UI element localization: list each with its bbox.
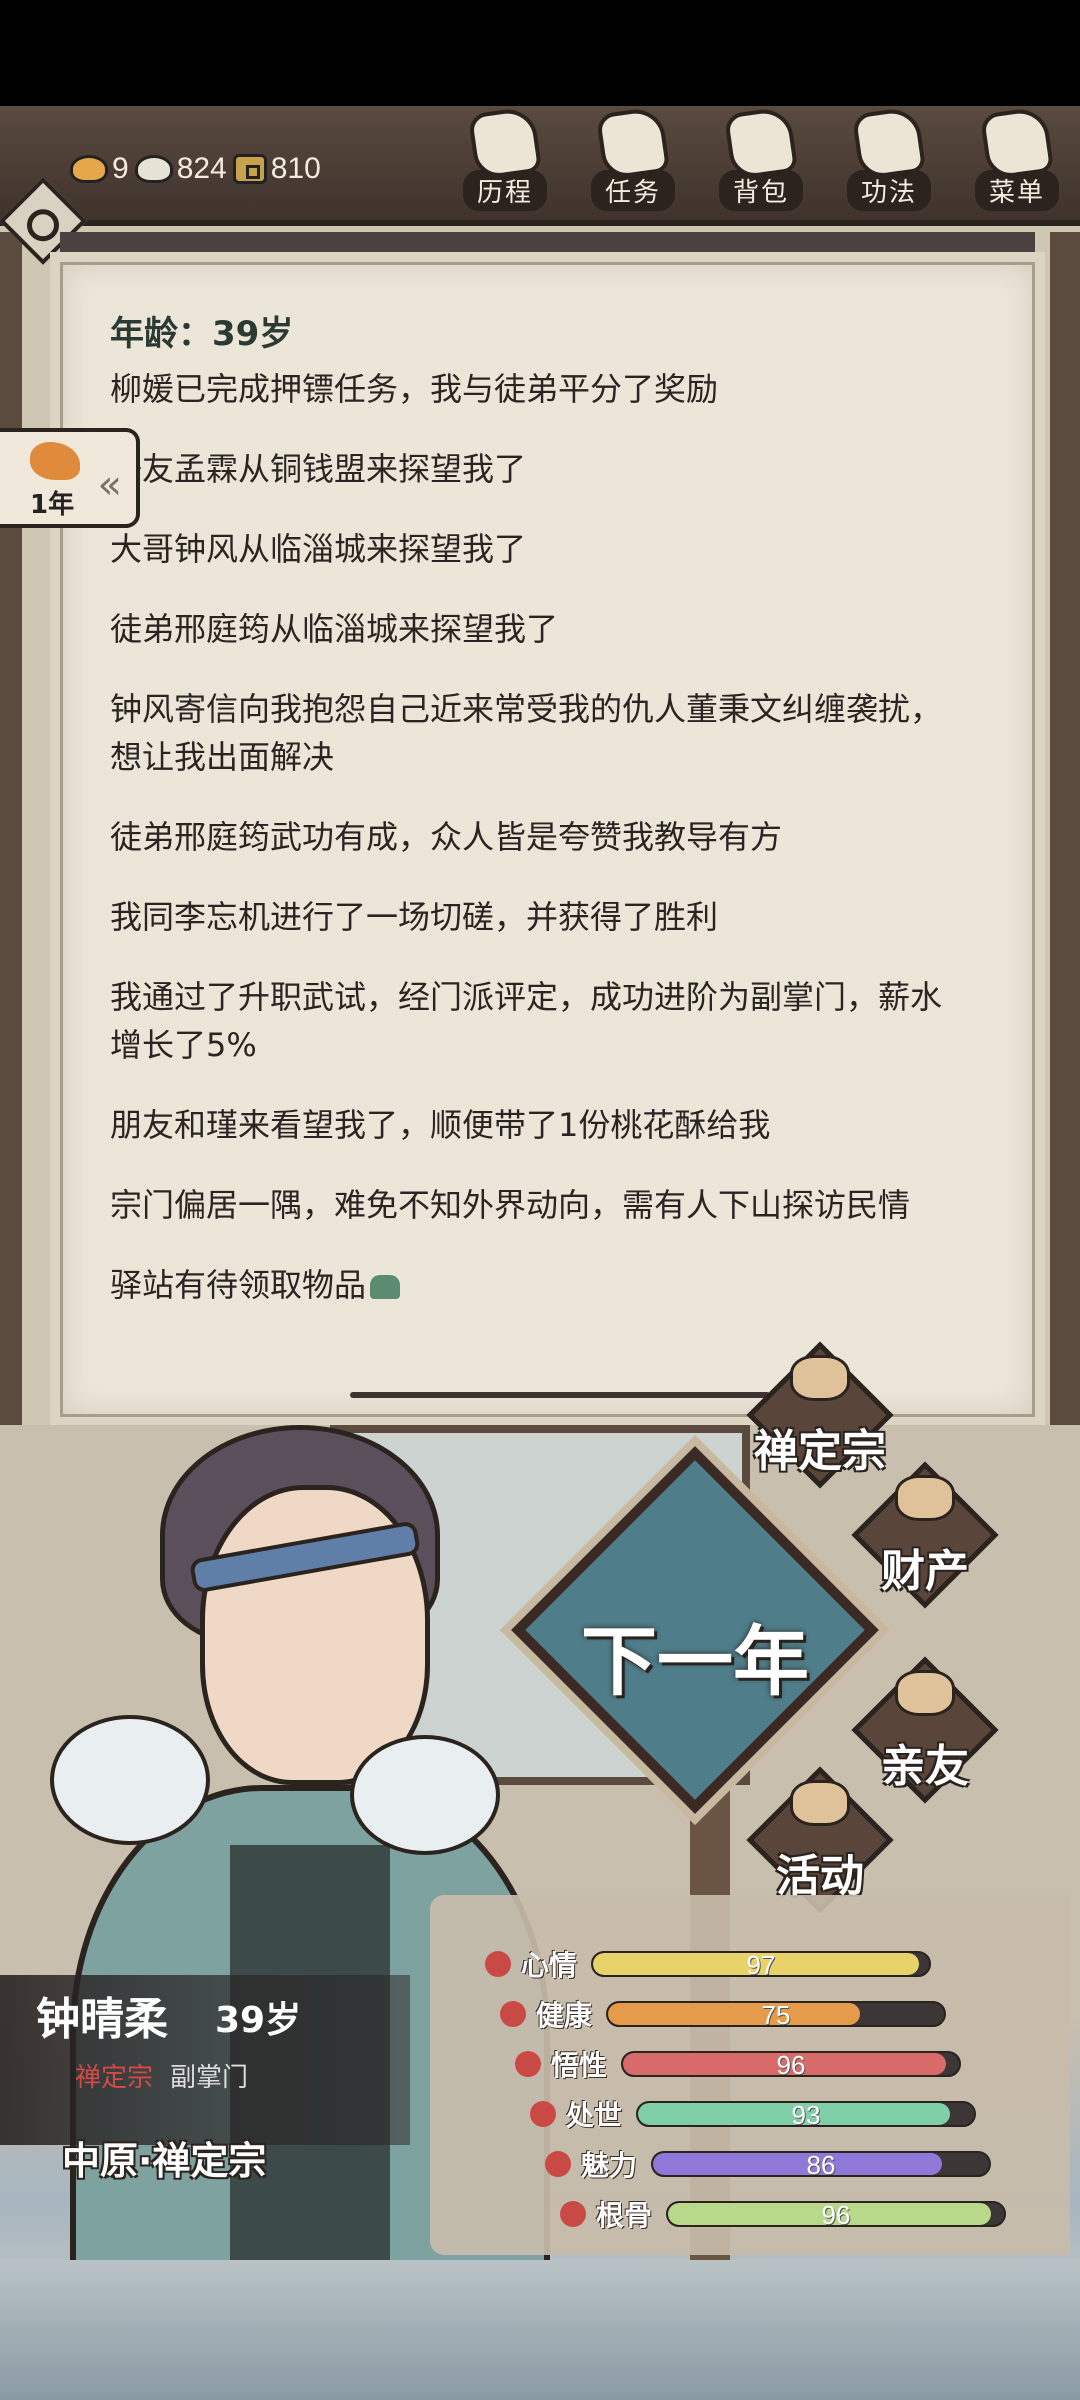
gold-amount: 9 xyxy=(112,152,129,185)
face-icon xyxy=(485,1951,511,1977)
sect-button[interactable]: 禅定宗 xyxy=(746,1341,894,1489)
log-entry: 大哥钟风从临淄城来探望我了 xyxy=(110,530,527,568)
character-name: 钟晴柔 xyxy=(36,1994,168,2045)
coin-resource: 810 xyxy=(232,152,321,186)
gold-ingot-icon xyxy=(70,155,108,183)
stat-row-social: 处世 93 xyxy=(530,2094,976,2134)
teacup-icon xyxy=(895,1670,955,1716)
stat-value: 86 xyxy=(806,2151,836,2177)
event-log: 年龄：39岁 柳媛已完成押镖任务，我与徒弟平分了奖励 好友孟霖从铜钱盟来探望我了… xyxy=(110,306,970,1341)
stat-bar: 96 xyxy=(621,2051,961,2077)
log-entry: 徒弟邢庭筠从临淄城来探望我了 xyxy=(110,610,559,648)
log-entry: 好友孟霖从铜钱盟来探望我了 xyxy=(110,450,527,488)
stat-bar: 93 xyxy=(636,2101,976,2127)
character-location: 中原·禅定宗 xyxy=(62,2139,267,2183)
activity-button[interactable]: 活动 xyxy=(746,1766,894,1914)
log-entry: 我通过了升职武试，经门派评定，成功进阶为副掌门，薪水增长了5% xyxy=(110,978,943,1064)
next-year-label[interactable]: 下一年 xyxy=(565,1600,825,1710)
collapse-arrow-icon: « xyxy=(97,462,122,508)
stat-bar: 75 xyxy=(606,2001,946,2027)
stat-bar: 97 xyxy=(591,1951,931,1977)
log-entry: 柳媛已完成押镖任务，我与徒弟平分了奖励 xyxy=(110,370,719,408)
brush-icon xyxy=(545,2151,571,2177)
log-entry: 钟风寄信向我抱怨自己近来常受我的仇人董秉文纠缠袭扰，想让我出面解决 xyxy=(110,690,943,776)
stat-label: 根骨 xyxy=(596,2199,653,2232)
stat-label: 健康 xyxy=(536,1999,593,2032)
log-entry: 我同李忘机进行了一场切磋，并获得了胜利 xyxy=(110,898,719,936)
top-bar: 9 824 810 历程 任务 背包 功法 菜单 xyxy=(0,105,1080,226)
year-tab[interactable]: 1年 « xyxy=(0,428,140,528)
stat-label: 处世 xyxy=(566,2099,623,2132)
stat-row-health: 健康 75 xyxy=(500,1994,946,2034)
character-sect: 禅定宗 xyxy=(75,2063,154,2093)
horse-icon xyxy=(30,442,80,480)
flower-icon xyxy=(530,2101,556,2127)
stat-value: 75 xyxy=(761,2001,791,2027)
character-name-box[interactable]: 钟晴柔 39岁 禅定宗 副掌门 xyxy=(0,1975,410,2145)
stat-value: 96 xyxy=(821,2201,851,2227)
stat-value: 97 xyxy=(746,1951,776,1977)
stat-value: 93 xyxy=(791,2101,821,2127)
gold-resource: 9 xyxy=(70,152,129,186)
stat-label: 心情 xyxy=(521,1949,578,1982)
stat-value: 96 xyxy=(776,2051,806,2077)
silver-resource: 824 xyxy=(134,152,227,186)
silver-ingot-icon xyxy=(134,155,173,183)
gift-bundle-icon xyxy=(370,1275,401,1299)
stat-row-insight: 悟性 96 xyxy=(515,2044,961,2084)
stat-bar: 86 xyxy=(651,2151,991,2177)
mountains xyxy=(0,2260,1080,2400)
resource-strip: 9 824 810 xyxy=(70,144,321,194)
year-tab-label: 1年 xyxy=(30,490,75,520)
scroll-rod xyxy=(60,232,1035,262)
character-rank: 副掌门 xyxy=(170,2063,249,2093)
fur-shoulder-right xyxy=(350,1735,500,1855)
silver-amount: 824 xyxy=(176,152,227,185)
coin-amount: 810 xyxy=(270,152,321,185)
nav-skills-button[interactable]: 功法 xyxy=(834,105,944,211)
character-age: 39岁 xyxy=(215,2000,302,2041)
property-button-label: 财产 xyxy=(881,1546,969,1597)
log-entry: 宗门偏居一隅，难免不知外界动向，需有人下山探访民情 xyxy=(110,1186,911,1224)
fur-shoulder-left xyxy=(50,1715,210,1845)
nav-bag-button[interactable]: 背包 xyxy=(706,105,816,211)
stat-bar: 96 xyxy=(666,2201,1006,2227)
nav-tasks-button[interactable]: 任务 xyxy=(578,105,688,211)
log-entry: 朋友和瑾来看望我了，顺便带了1份桃花酥给我 xyxy=(110,1106,771,1144)
coin-icon xyxy=(232,154,267,184)
nav-menu-button[interactable]: 菜单 xyxy=(962,105,1072,211)
treasure-icon xyxy=(895,1475,955,1521)
status-bar xyxy=(0,0,1080,106)
temple-icon xyxy=(790,1355,850,1401)
nav-history-button[interactable]: 历程 xyxy=(450,105,560,211)
bundle-icon xyxy=(790,1780,850,1826)
stat-row-mood: 心情 97 xyxy=(485,1944,931,1984)
age-heading: 年龄：39岁 xyxy=(110,314,294,354)
lotus-icon xyxy=(560,2201,586,2227)
stat-row-constitution: 根骨 96 xyxy=(560,2194,1006,2234)
property-button[interactable]: 财产 xyxy=(851,1461,999,1609)
log-entry-mail-text: 驿站有待领取物品 xyxy=(110,1266,367,1304)
log-entry: 徒弟邢庭筠武功有成，众人皆是夸赞我教导有方 xyxy=(110,818,783,856)
panel-divider xyxy=(350,1392,770,1398)
log-entry-mail[interactable]: 驿站有待领取物品 xyxy=(110,1261,970,1309)
bulb-icon xyxy=(515,2051,541,2077)
stat-row-charm: 魅力 86 xyxy=(545,2144,991,2184)
heart-icon xyxy=(500,2001,526,2027)
stat-label: 悟性 xyxy=(551,2049,608,2082)
stat-label: 魅力 xyxy=(581,2149,638,2182)
